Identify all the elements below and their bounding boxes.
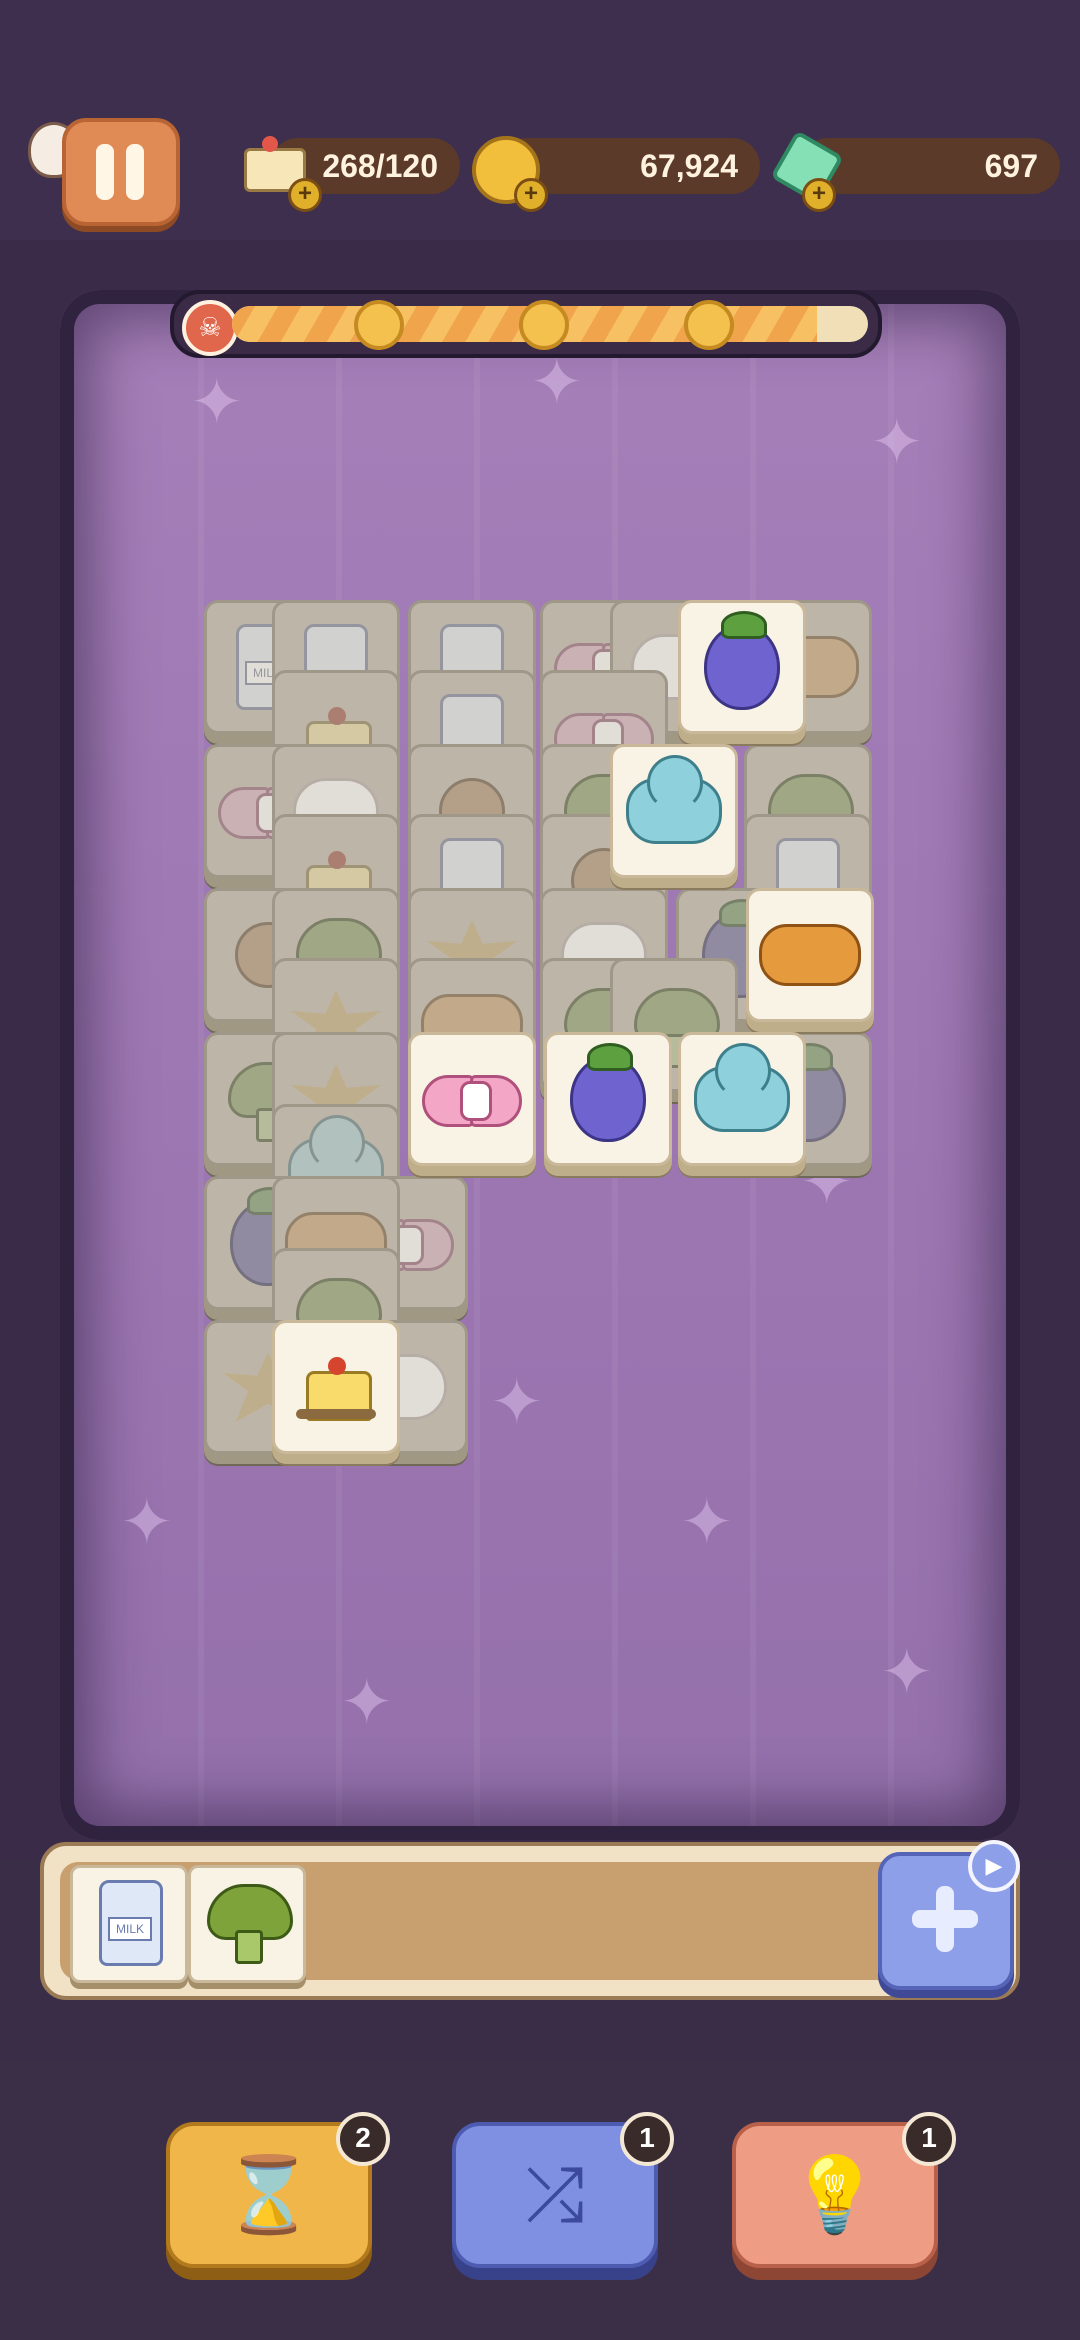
plus-icon bbox=[912, 1886, 978, 1952]
skull-icon: ☠ bbox=[182, 300, 238, 356]
sparkle-icon: ✦ bbox=[190, 366, 244, 438]
tile-eggplant[interactable] bbox=[544, 1032, 672, 1166]
tray-tile-milk: MILK bbox=[70, 1865, 188, 1983]
sparkle-icon: ✦ bbox=[340, 1666, 394, 1738]
broccoli-icon bbox=[207, 1884, 293, 1964]
coin-count: 67,924 bbox=[640, 148, 738, 184]
pause-icon bbox=[96, 144, 114, 200]
add-gems-button[interactable]: + bbox=[802, 178, 836, 212]
tile-tray: MILK bbox=[40, 1842, 1020, 2000]
gem-count: 697 bbox=[984, 148, 1038, 184]
sparkle-icon: ✦ bbox=[680, 1486, 734, 1558]
gem-counter: 697 bbox=[800, 138, 1060, 194]
milestone-flower-icon bbox=[519, 300, 569, 350]
sparkle-icon: ✦ bbox=[120, 1486, 174, 1558]
tile-cloud[interactable] bbox=[678, 1032, 806, 1166]
shuffle-icon: ⤮ bbox=[525, 2153, 585, 2236]
tile-eggplant[interactable] bbox=[678, 600, 806, 734]
tray-tile-broccoli bbox=[188, 1865, 306, 1983]
add-cake-button[interactable]: + bbox=[288, 178, 322, 212]
shuffle-count-badge: 1 bbox=[620, 2112, 674, 2166]
hint-count-badge: 1 bbox=[902, 2112, 956, 2166]
tile-pudding[interactable] bbox=[272, 1320, 400, 1454]
undo-count-badge: 2 bbox=[336, 2112, 390, 2166]
sparkle-icon: ✦ bbox=[490, 1366, 544, 1438]
play-icon[interactable]: ▶ bbox=[968, 1840, 1020, 1892]
sparkle-icon: ✦ bbox=[530, 346, 584, 418]
level-progress-bar: ☠ bbox=[170, 290, 882, 358]
sparkle-icon: ✦ bbox=[870, 406, 924, 478]
hourglass-icon: ⌛ bbox=[222, 2153, 316, 2236]
tile-bread[interactable] bbox=[746, 888, 874, 1022]
lightbulb-icon: 💡 bbox=[788, 2153, 882, 2236]
add-coins-button[interactable]: + bbox=[514, 178, 548, 212]
milestone-flower-icon bbox=[354, 300, 404, 350]
tile-cloud[interactable] bbox=[610, 744, 738, 878]
pause-button[interactable] bbox=[62, 118, 180, 226]
tile-bow[interactable] bbox=[408, 1032, 536, 1166]
sparkle-icon: ✦ bbox=[880, 1636, 934, 1708]
cake-count: 268/120 bbox=[322, 148, 438, 184]
milestone-flower-icon bbox=[684, 300, 734, 350]
milk-icon: MILK bbox=[99, 1880, 163, 1966]
